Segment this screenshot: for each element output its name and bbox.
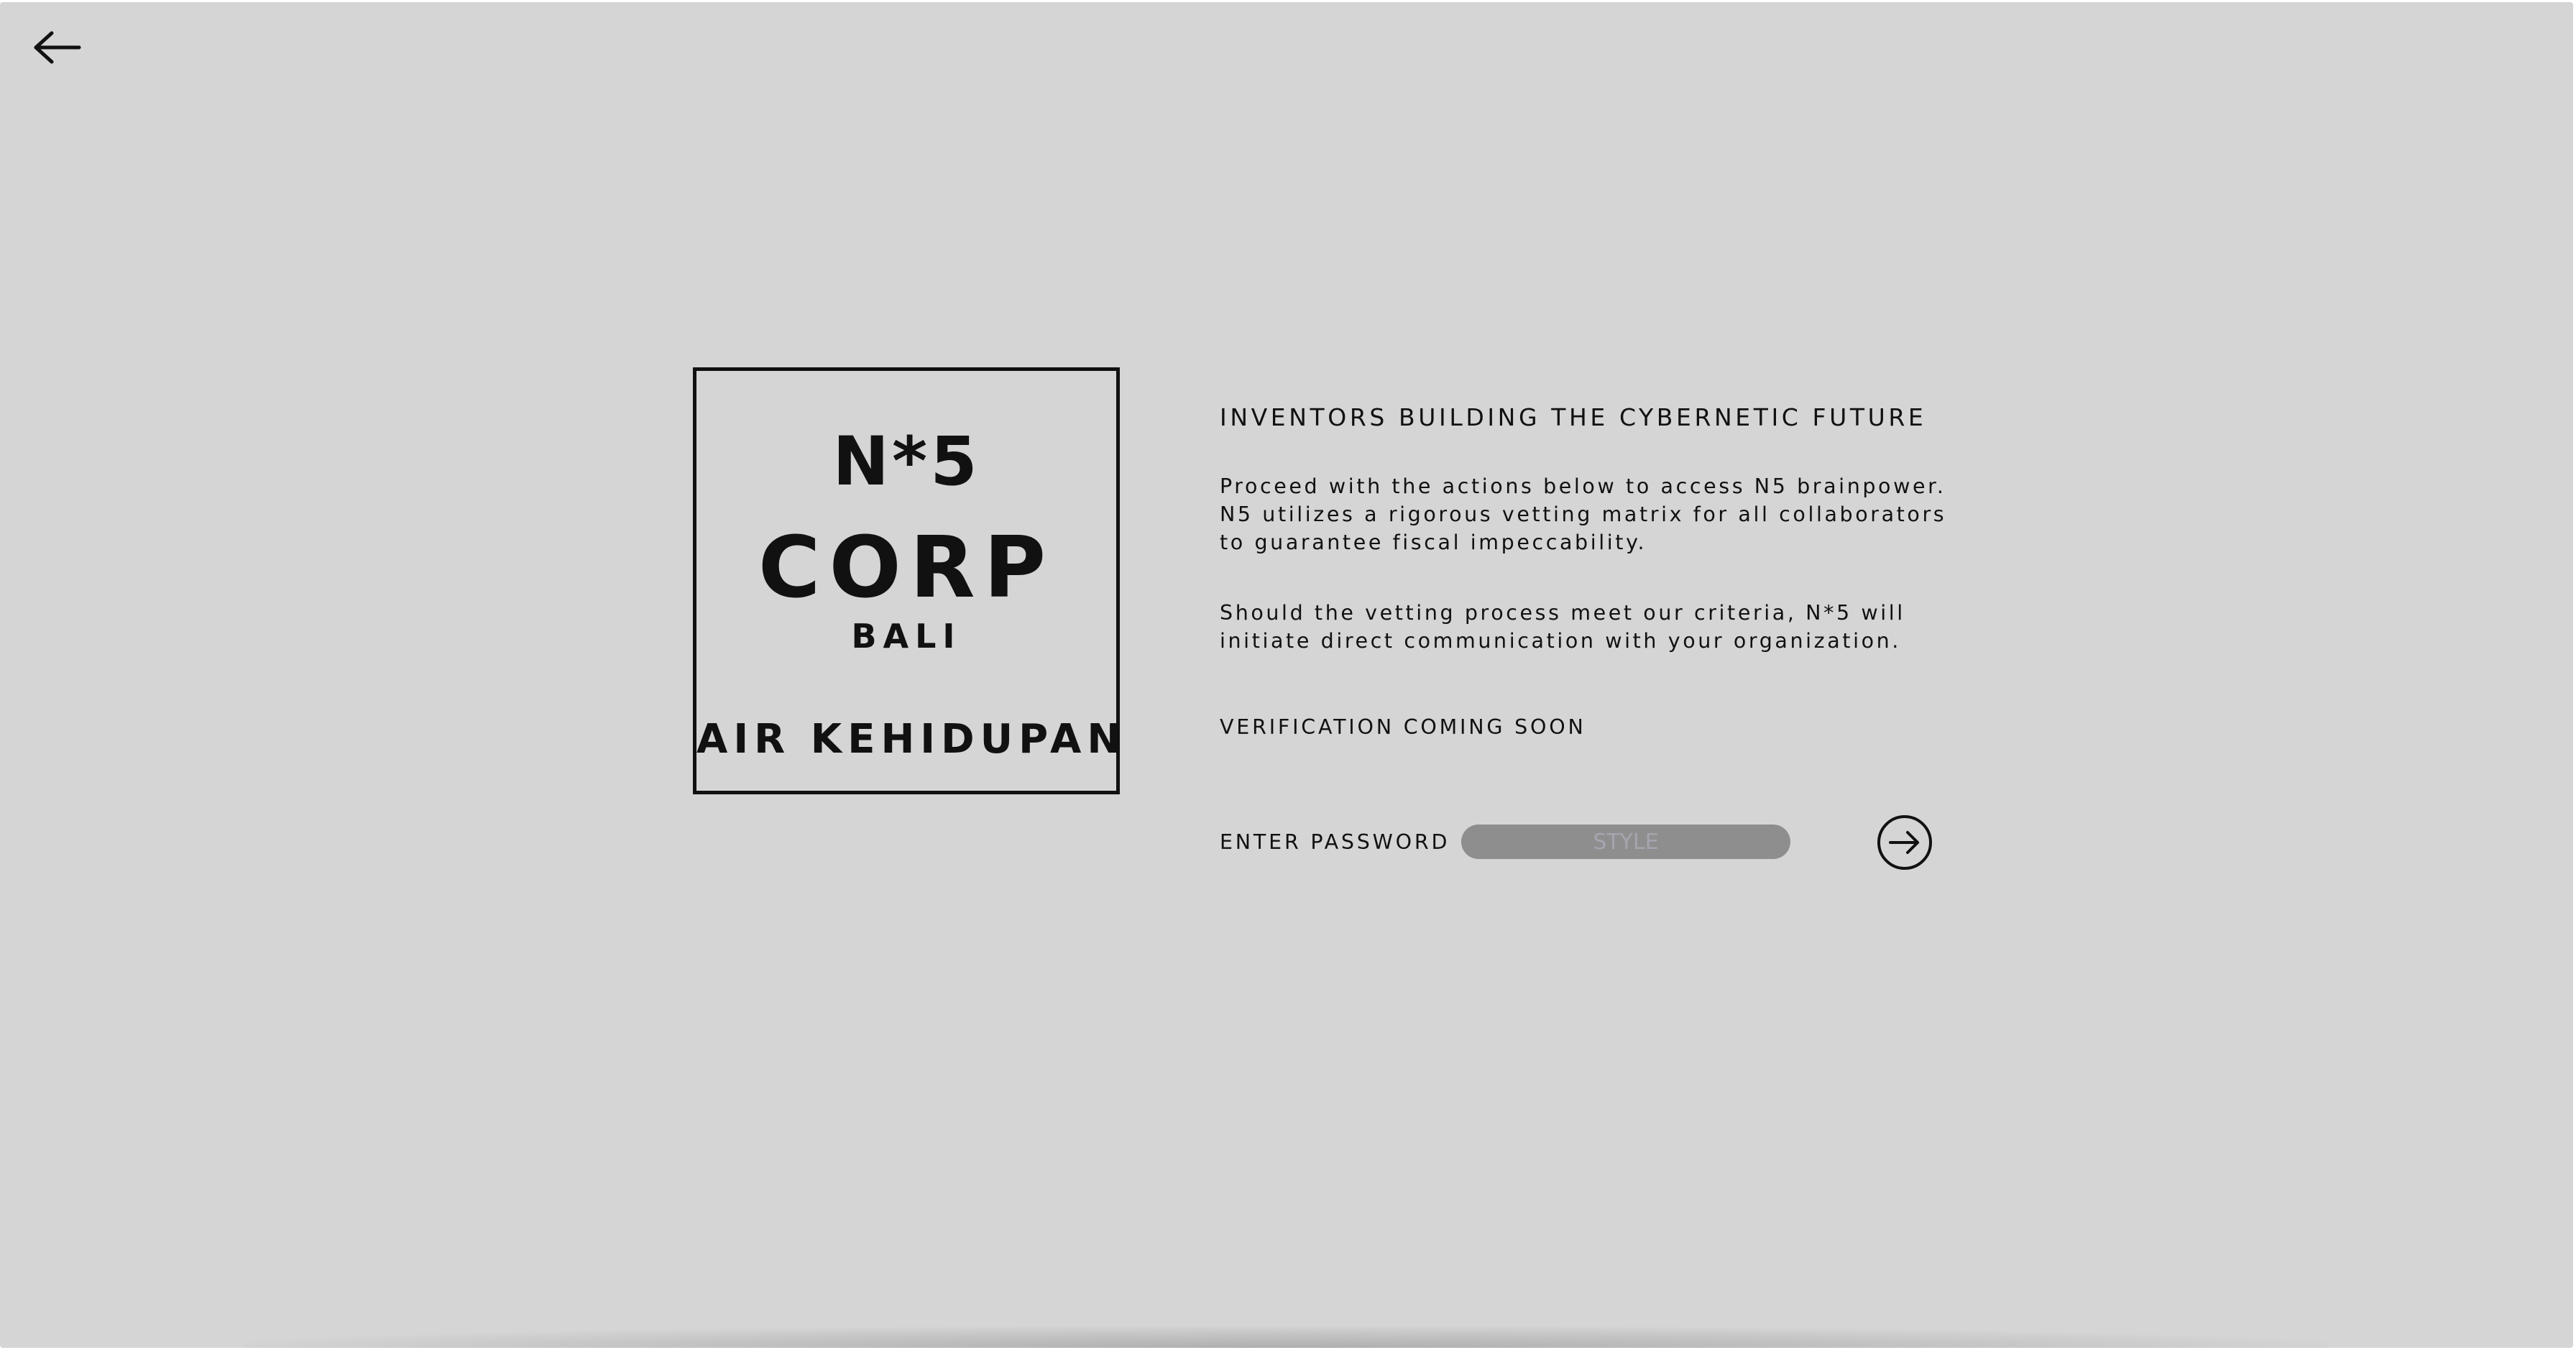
page-heading: INVENTORS BUILDING THE CYBERNETIC FUTURE: [1220, 403, 1927, 431]
verification-status: VERIFICATION COMING SOON: [1220, 715, 1586, 739]
logo-tagline: AIR KEHIDUPAN: [696, 716, 1127, 763]
page: N*5 CORP BALI AIR KEHIDUPAN INVENTORS BU…: [0, 2, 2573, 1348]
password-input[interactable]: [1461, 825, 1790, 859]
back-button[interactable]: [32, 29, 83, 65]
brand-logo: N*5 CORP BALI AIR KEHIDUPAN: [693, 367, 1127, 794]
password-label: ENTER PASSWORD: [1220, 830, 1450, 854]
criteria-paragraph: Should the vetting process meet our crit…: [1220, 599, 1905, 655]
intro-line: to guarantee fiscal impeccability.: [1220, 531, 1647, 554]
criteria-line: initiate direct communication with your …: [1220, 629, 1901, 653]
bottom-shadow: [244, 1326, 2329, 1348]
criteria-line: Should the vetting process meet our crit…: [1220, 601, 1905, 625]
arrow-left-icon: [34, 31, 81, 64]
logo-n5: N*5: [832, 423, 980, 501]
logo-corp: CORP: [758, 518, 1055, 617]
intro-line: Proceed with the actions below to access…: [1220, 474, 1946, 498]
arrow-right-circle-icon: [1877, 815, 1932, 870]
intro-line: N5 utilizes a rigorous vetting matrix fo…: [1220, 502, 1947, 526]
logo-bali: BALI: [851, 617, 962, 656]
intro-paragraph: Proceed with the actions below to access…: [1220, 472, 1946, 556]
submit-button[interactable]: [1876, 814, 1933, 871]
